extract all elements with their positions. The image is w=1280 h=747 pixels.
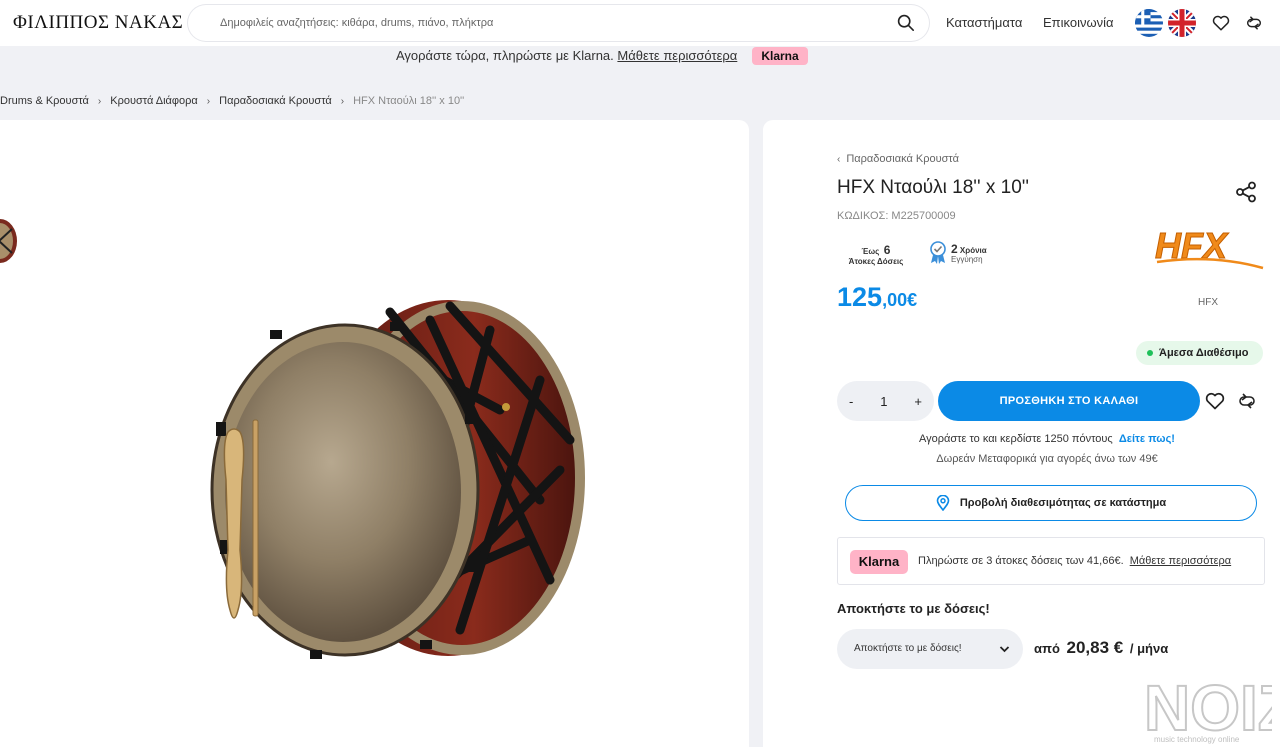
product-thumbnail[interactable] bbox=[0, 215, 18, 267]
compare-icon[interactable] bbox=[1245, 14, 1263, 32]
status-dot-icon bbox=[1147, 350, 1153, 356]
quantity-input[interactable]: 1 bbox=[880, 394, 887, 409]
availability-badge: Άμεσα Διαθέσιμο bbox=[1136, 341, 1263, 365]
installments-heading: Αποκτήστε το με δόσεις! bbox=[837, 601, 990, 616]
points-how-link[interactable]: Δείτε πως! bbox=[1119, 433, 1175, 445]
klarna-banner: Αγοράστε τώρα, πληρώστε με Klarna. Μάθετ… bbox=[0, 46, 1280, 68]
chevron-right-icon: › bbox=[97, 95, 102, 107]
add-to-cart-button[interactable]: ΠΡΟΣΘΗΚΗ ΣΤΟ ΚΑΛΑΘΙ bbox=[938, 381, 1200, 421]
klarna-logo: Klarna bbox=[850, 550, 908, 574]
product-info-panel: ‹ Παραδοσιακά Κρουστά HFX Νταούλι 18'' x … bbox=[763, 120, 1280, 747]
klarna-learn-more-link[interactable]: Μάθετε περισσότερα bbox=[1130, 555, 1231, 567]
monthly-price: από 20,83 € / μήνα bbox=[1034, 638, 1169, 657]
installments-info: Έως 6 Άτοκες Δόσεις bbox=[848, 243, 904, 266]
product-price: 125,00€ bbox=[837, 282, 918, 312]
chevron-down-icon bbox=[999, 646, 1010, 653]
breadcrumb: Drums & Κρουστά › Κρουστά Διάφορα › Παρα… bbox=[0, 95, 464, 107]
location-pin-icon bbox=[936, 495, 950, 511]
search-icon[interactable] bbox=[897, 14, 915, 32]
installments-select[interactable]: Αποκτήστε το με δόσεις! bbox=[837, 629, 1023, 669]
breadcrumb-item[interactable]: Κρουστά Διάφορα bbox=[110, 95, 198, 107]
klarna-logo: Klarna bbox=[752, 47, 808, 65]
breadcrumb-item[interactable]: Παραδοσιακά Κρουστά bbox=[219, 95, 332, 107]
site-logo[interactable]: ΦΙΛΙΠΠΟΣ ΝΑΚΑΣ bbox=[13, 12, 183, 34]
wishlist-heart-icon[interactable] bbox=[1212, 14, 1230, 32]
watermark-brand: NOIZ bbox=[1144, 672, 1272, 744]
klarna-text: Πληρώστε σε 3 άτοκες δόσεις των 41,66€. … bbox=[918, 555, 1232, 567]
noiz-watermark: NOIZ music technology online bbox=[1143, 672, 1272, 744]
breadcrumb-item[interactable]: Drums & Κρουστά bbox=[0, 95, 89, 107]
uk-flag-icon[interactable] bbox=[1168, 9, 1196, 37]
free-shipping-info: Δωρεάν Μεταφορικά για αγορές άνω των 49€ bbox=[936, 453, 1158, 465]
watermark-tagline: music technology online bbox=[1154, 735, 1240, 744]
quantity-decrease-button[interactable]: - bbox=[849, 394, 853, 409]
product-image-daouli-drum[interactable] bbox=[200, 290, 600, 670]
brand-name[interactable]: HFX bbox=[1198, 297, 1218, 308]
chevron-left-icon: ‹ bbox=[837, 154, 841, 165]
product-title: HFX Νταούλι 18'' x 10'' bbox=[837, 177, 1030, 198]
back-to-category-link[interactable]: ‹ Παραδοσιακά Κρουστά bbox=[837, 153, 959, 165]
nav-stores[interactable]: Καταστήματα bbox=[946, 15, 1022, 30]
quantity-stepper: - 1 + bbox=[837, 381, 934, 421]
add-to-wishlist-heart-icon[interactable] bbox=[1205, 392, 1225, 410]
share-icon[interactable] bbox=[1235, 181, 1257, 203]
chevron-right-icon: › bbox=[206, 95, 211, 107]
add-to-compare-icon[interactable] bbox=[1237, 392, 1257, 410]
search-bar[interactable]: Δημοφιλείς αναζητήσεις: κιθάρα, drums, π… bbox=[188, 5, 929, 41]
product-code: ΚΩΔΙΚΟΣ: M225700009 bbox=[837, 210, 956, 222]
banner-learn-more-link[interactable]: Μάθετε περισσότερα bbox=[617, 48, 737, 63]
site-header: ΦΙΛΙΠΠΟΣ ΝΑΚΑΣ Δημοφιλείς αναζητήσεις: κ… bbox=[0, 0, 1280, 46]
breadcrumb-current: HFX Νταούλι 18'' x 10'' bbox=[353, 95, 465, 107]
product-gallery bbox=[0, 120, 749, 747]
klarna-installments-box: Klarna Πληρώστε σε 3 άτοκες δόσεις των 4… bbox=[837, 537, 1265, 585]
chevron-right-icon: › bbox=[340, 95, 345, 107]
greek-flag-icon[interactable] bbox=[1135, 9, 1163, 37]
search-input[interactable]: Δημοφιλείς αναζητήσεις: κιθάρα, drums, π… bbox=[220, 17, 493, 29]
quantity-increase-button[interactable]: + bbox=[914, 394, 922, 409]
nav-contact[interactable]: Επικοινωνία bbox=[1043, 15, 1114, 30]
store-availability-button[interactable]: Προβολή διαθεσιμότητας σε κατάστημα bbox=[845, 485, 1257, 521]
banner-text: Αγοράστε τώρα, πληρώστε με Klarna. Μάθετ… bbox=[396, 48, 738, 63]
loyalty-points-info: Αγοράστε το και κερδίστε 1250 πόντους Δε… bbox=[919, 433, 1175, 445]
hfx-brand-logo[interactable]: HFX bbox=[1153, 224, 1265, 272]
warranty-badge-icon bbox=[930, 241, 946, 264]
